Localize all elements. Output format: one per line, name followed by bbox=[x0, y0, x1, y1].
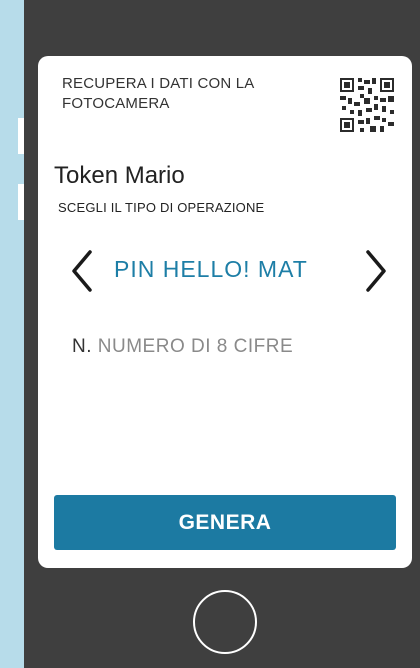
qr-code-icon[interactable] bbox=[338, 76, 396, 134]
chevron-left-icon[interactable] bbox=[64, 246, 104, 296]
home-button-icon[interactable] bbox=[193, 590, 257, 654]
number-placeholder: NUMERO DI 8 CIFRE bbox=[97, 336, 294, 357]
number-input[interactable]: N. NUMERO DI 8 CIFRE bbox=[72, 336, 293, 358]
operation-selector-value[interactable]: PIN HELLO! MAT bbox=[114, 256, 308, 283]
camera-recovery-link[interactable]: RECUPERA I DATI CON LA FOTOCAMERA bbox=[62, 74, 322, 114]
phone-screen: RECUPERA I DATI CON LA FOTOCAMERA Token … bbox=[38, 56, 412, 568]
token-name: Token Mario bbox=[54, 162, 185, 189]
number-prefix: N. bbox=[72, 336, 92, 357]
generate-button[interactable]: GENERA bbox=[54, 495, 396, 550]
chevron-right-icon[interactable] bbox=[354, 246, 394, 296]
background-strip bbox=[0, 0, 22, 668]
operation-type-label: SCEGLI IL TIPO DI OPERAZIONE bbox=[58, 200, 265, 215]
